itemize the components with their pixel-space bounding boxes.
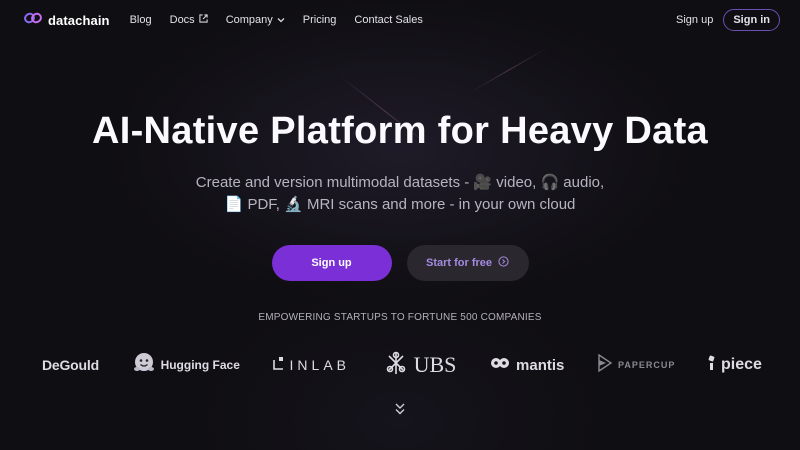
nav-link-label: Company bbox=[225, 14, 273, 26]
hugging-face-icon bbox=[132, 351, 156, 380]
hero-title: AI-Native Platform for Heavy Data bbox=[92, 110, 708, 152]
nav-auth: Sign up Sign in bbox=[676, 9, 780, 31]
logo-inlab: INLAB bbox=[272, 356, 350, 375]
arrow-circle-right-icon bbox=[498, 256, 509, 270]
datachain-link-icon bbox=[24, 11, 42, 30]
logo-piece: piece bbox=[708, 355, 762, 376]
customer-logos: DeGould Hugging Face INLAB UBS mantis PA… bbox=[42, 348, 762, 382]
start-for-free-label: Start for free bbox=[425, 257, 493, 269]
logo-ubs: UBS bbox=[383, 350, 457, 381]
nav-link-company[interactable]: Company bbox=[226, 14, 285, 26]
logo-mantis: mantis bbox=[489, 355, 564, 376]
nav-link-blog[interactable]: Blog bbox=[130, 14, 152, 26]
decorative-streak bbox=[469, 47, 549, 93]
sign-up-button-label: Sign up bbox=[311, 257, 352, 269]
logo-inlab-text: INLAB bbox=[289, 357, 350, 373]
nav-link-label: Pricing bbox=[302, 14, 337, 26]
customers-heading: EMPOWERING STARTUPS TO FORTUNE 500 COMPA… bbox=[258, 312, 542, 323]
nav-link-label: Contact Sales bbox=[354, 14, 423, 26]
papercup-play-icon bbox=[597, 353, 613, 377]
start-for-free-button[interactable]: Start for free bbox=[406, 245, 529, 281]
nav-link-docs[interactable]: Docs bbox=[170, 14, 208, 26]
datachain-logo[interactable]: datachain bbox=[24, 11, 110, 30]
hero-subtitle: Create and version multimodal datasets -… bbox=[0, 172, 800, 216]
nav-sign-in-button[interactable]: Sign in bbox=[723, 9, 780, 31]
logo-piece-text: piece bbox=[721, 356, 762, 373]
logo-ubs-text: UBS bbox=[413, 352, 457, 377]
double-chevron-down-icon[interactable] bbox=[392, 401, 408, 417]
nav-sign-up-link[interactable]: Sign up bbox=[676, 14, 713, 26]
nav-link-label: Docs bbox=[169, 14, 195, 26]
top-navbar: datachain Blog Docs Company Pricing Cont… bbox=[0, 0, 800, 40]
nav-link-label: Blog bbox=[129, 14, 152, 26]
nav-link-pricing[interactable]: Pricing bbox=[303, 14, 337, 26]
hero-subtitle-line: Create and version multimodal datasets -… bbox=[195, 174, 605, 191]
logo-hugging-face: Hugging Face bbox=[132, 351, 240, 380]
logo-hugging-face-text: Hugging Face bbox=[160, 358, 240, 372]
logo-degould-text: DeGould bbox=[42, 357, 99, 373]
background-glow bbox=[0, 0, 800, 450]
logo-text: datachain bbox=[48, 12, 110, 28]
sign-up-button[interactable]: Sign up bbox=[271, 245, 392, 281]
mantis-bug-icon bbox=[489, 355, 511, 376]
logo-degould: DeGould bbox=[42, 357, 99, 373]
ubs-keys-icon bbox=[383, 350, 409, 381]
hero-subtitle-line: 📄 PDF, 🔬 MRI scans and more - in your ow… bbox=[224, 196, 576, 213]
cta-row: Sign up Start for free bbox=[0, 245, 800, 281]
nav-links: Blog Docs Company Pricing Contact Sales bbox=[130, 14, 423, 26]
inlab-bracket-icon bbox=[272, 356, 285, 375]
logo-papercup: PAPERCUP bbox=[597, 353, 676, 377]
logo-mantis-text: mantis bbox=[516, 356, 565, 374]
nav-link-contact-sales[interactable]: Contact Sales bbox=[354, 14, 422, 26]
chevron-down-icon bbox=[277, 14, 285, 26]
piece-mark-icon bbox=[708, 355, 716, 376]
logo-papercup-text: PAPERCUP bbox=[618, 360, 676, 370]
external-link-icon bbox=[199, 14, 208, 26]
